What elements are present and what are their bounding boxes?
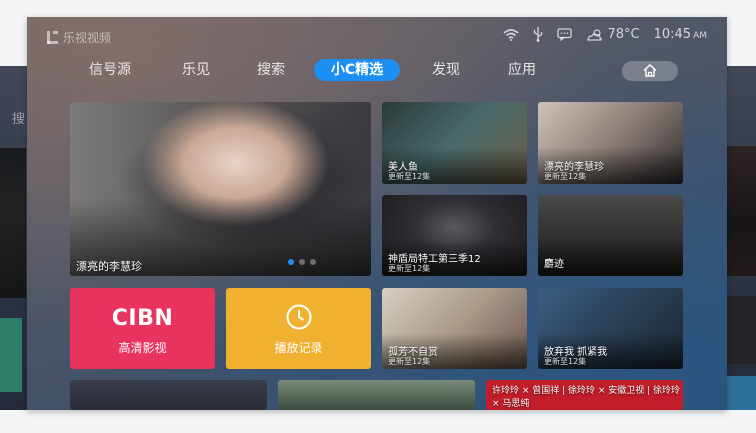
tile-subtitle: 更新至12集 <box>544 172 587 181</box>
status-bar: 乐视视频 78°C 10:45 AM <box>27 17 727 57</box>
content-tile[interactable]: 神盾局特工第三季12 更新至12集 <box>382 195 527 276</box>
featured-title: 漂亮的李慧珍 <box>76 260 142 273</box>
cibn-logo: CIBN <box>111 306 174 331</box>
content-tile[interactable]: 许玲玲 × 曾国祥 | 徐玲玲 × 安徽卫视 | 徐玲玲 × 马思纯 <box>486 380 683 410</box>
logo-text: 乐视视频 <box>63 31 112 45</box>
home-icon <box>643 62 657 81</box>
featured-banner[interactable]: 漂亮的李慧珍 <box>70 102 371 276</box>
carousel-dot <box>288 259 294 265</box>
usb-icon <box>533 27 543 42</box>
tile-subtitle: 更新至12集 <box>388 357 431 366</box>
clock-time: 10:45 AM <box>653 27 707 42</box>
temperature: 78°C <box>607 27 640 42</box>
carousel-dot <box>310 259 316 265</box>
content-tile[interactable]: 麝迹 <box>538 195 683 276</box>
carousel-dot <box>299 259 305 265</box>
tv-home-screen: 乐视视频 78°C 10:45 AM 信号源 乐见 搜索 小C精选 发现 应用 … <box>27 17 727 410</box>
tab-source[interactable]: 信号源 <box>82 59 138 81</box>
clock-icon <box>285 303 313 335</box>
tab-apps[interactable]: 应用 <box>494 59 550 81</box>
tab-lejian[interactable]: 乐见 <box>168 59 224 81</box>
ampm: AM <box>693 31 707 41</box>
tab-discover[interactable]: 发现 <box>418 59 474 81</box>
content-tile[interactable]: 孤芳不自赏 更新至12集 <box>382 288 527 369</box>
message-icon <box>557 28 573 41</box>
play-history-label: 播放记录 <box>274 341 323 355</box>
content-tile[interactable] <box>278 380 475 410</box>
cibn-app-tile[interactable]: CIBN 高清影视 <box>70 288 215 369</box>
tab-featured[interactable]: 小C精选 <box>314 59 400 81</box>
tile-subtitle: 更新至12集 <box>388 172 431 181</box>
tile-title: 麝迹 <box>544 259 564 270</box>
tile-banner-text: 许玲玲 × 曾国祥 | 徐玲玲 × 安徽卫视 | 徐玲玲 × 马思纯 <box>492 386 681 409</box>
content-tile[interactable]: 漂亮的李慧珍 更新至12集 <box>538 102 683 184</box>
wifi-icon <box>503 28 520 41</box>
app-logo: 乐视视频 <box>47 29 111 46</box>
letv-logo-icon <box>47 30 59 45</box>
carousel-dots <box>288 259 316 265</box>
content-tile[interactable]: 放弃我 抓紧我 更新至12集 <box>538 288 683 369</box>
content-tile[interactable] <box>70 380 267 410</box>
content-tile[interactable]: 美人鱼 更新至12集 <box>382 102 527 184</box>
tab-search[interactable]: 搜索 <box>243 59 299 81</box>
weather: 78°C <box>586 27 640 42</box>
cibn-label: 高清影视 <box>118 341 167 355</box>
weather-icon <box>586 28 604 42</box>
home-button[interactable] <box>622 61 678 81</box>
tile-subtitle: 更新至12集 <box>388 264 431 273</box>
status-icons: 78°C 10:45 AM <box>503 27 707 42</box>
play-history-tile[interactable]: 播放记录 <box>226 288 371 369</box>
tile-subtitle: 更新至12集 <box>544 357 587 366</box>
